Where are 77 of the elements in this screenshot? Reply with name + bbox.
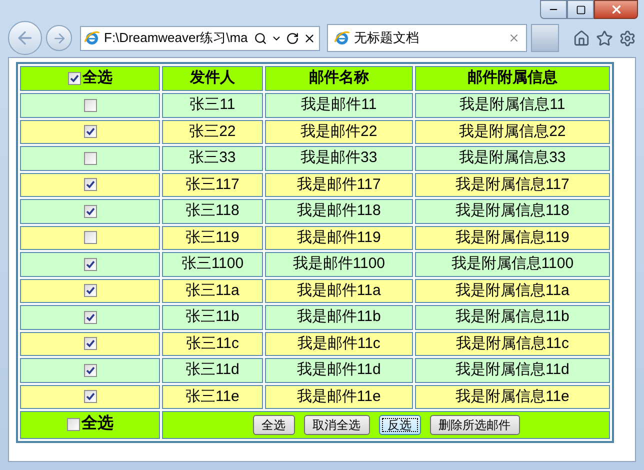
table-cell: 我是附属信息11: [414, 93, 610, 118]
checkbox[interactable]: [84, 152, 96, 165]
table-cell: 张三11: [162, 93, 263, 118]
table-cell: 我是附属信息22: [414, 120, 610, 144]
table-cell: 张三11c: [162, 332, 263, 356]
maximize-icon: [576, 4, 586, 14]
browser-logo-icon: [84, 30, 100, 46]
browser-tab[interactable]: 无标题文档: [327, 24, 527, 52]
table-cell: 张三11a: [162, 278, 263, 304]
select-all-label: 全选: [82, 414, 114, 434]
checkbox[interactable]: [84, 231, 96, 244]
home-icon[interactable]: [573, 30, 590, 46]
table-cell: 我是附属信息11b: [414, 305, 610, 330]
action-button[interactable]: 取消全选: [304, 415, 370, 436]
close-icon: [610, 3, 622, 16]
address-text: F:\Dreamweaver练习\ma: [104, 29, 248, 48]
column-header: 邮件名称: [264, 66, 413, 92]
action-button[interactable]: 反选: [378, 415, 420, 436]
address-bar[interactable]: F:\Dreamweaver练习\ma: [80, 26, 320, 50]
table-cell: 我是邮件1100: [264, 252, 413, 277]
table-cell: 我是附属信息33: [414, 146, 610, 171]
table-cell: 我是附属信息118: [414, 199, 610, 224]
checkbox[interactable]: [84, 310, 96, 324]
action-button[interactable]: 删除所选邮件: [430, 415, 520, 436]
table-cell: 张三1100: [162, 252, 263, 277]
table-cell: 我是附属信息11c: [414, 332, 610, 356]
column-header: 邮件附属信息: [414, 66, 610, 92]
table-cell: 我是附属信息11d: [414, 358, 610, 383]
forward-arrow-icon: [52, 30, 66, 46]
table-cell: 张三11b: [162, 305, 263, 330]
table-cell: 我是邮件119: [264, 226, 413, 250]
table-cell: 我是邮件11a: [264, 278, 413, 304]
table-cell: 张三117: [162, 172, 263, 198]
checkbox[interactable]: [84, 337, 96, 350]
column-header: 发件人: [162, 66, 263, 92]
table-cell: 我是邮件11d: [264, 358, 413, 383]
select-all-label: 全选: [82, 68, 112, 88]
table-cell: 张三119: [162, 226, 263, 250]
tab-title: 无标题文档: [354, 29, 419, 48]
checkbox[interactable]: [84, 284, 96, 298]
table-cell: 我是附属信息119: [414, 226, 610, 250]
table-cell: 我是邮件11c: [264, 332, 413, 356]
browser-logo-icon: [334, 30, 350, 46]
checkbox[interactable]: [84, 125, 96, 138]
checkbox[interactable]: [84, 258, 96, 271]
checkbox[interactable]: [84, 98, 96, 112]
table-cell: 张三118: [162, 199, 263, 224]
favorites-icon[interactable]: [596, 30, 613, 46]
search-icon[interactable]: [254, 32, 267, 44]
table-cell: 我是邮件33: [264, 146, 413, 171]
table-cell: 张三33: [162, 146, 263, 171]
table-cell: 我是附属信息117: [414, 172, 610, 198]
close-button[interactable]: [594, 0, 638, 19]
checkbox[interactable]: [68, 72, 80, 85]
stop-icon[interactable]: [303, 32, 316, 44]
maximize-button[interactable]: [567, 0, 594, 19]
table-cell: 我是附属信息1100: [414, 252, 610, 277]
table-cell: 我是附属信息11e: [414, 384, 610, 410]
table-cell: 张三22: [162, 120, 263, 144]
close-tab-icon[interactable]: [508, 32, 520, 44]
table-cell: 我是附属信息11a: [414, 278, 610, 304]
checkbox[interactable]: [84, 390, 96, 404]
checkbox[interactable]: [84, 178, 96, 192]
checkbox[interactable]: [84, 364, 96, 377]
table-cell: 我是邮件118: [264, 199, 413, 224]
table-cell: 张三11e: [162, 384, 263, 410]
table-cell: 我是邮件22: [264, 120, 413, 144]
settings-icon[interactable]: [619, 30, 636, 46]
checkbox[interactable]: [84, 204, 96, 218]
checkbox[interactable]: [66, 418, 80, 431]
table-cell: 张三11d: [162, 358, 263, 383]
action-button[interactable]: 全选: [252, 415, 294, 436]
table-cell: 我是邮件11b: [264, 305, 413, 330]
table-cell: 我是邮件11: [264, 93, 413, 118]
table-cell: 我是邮件11e: [264, 384, 413, 410]
table-cell: 我是邮件117: [264, 172, 413, 198]
refresh-icon[interactable]: [286, 32, 299, 44]
